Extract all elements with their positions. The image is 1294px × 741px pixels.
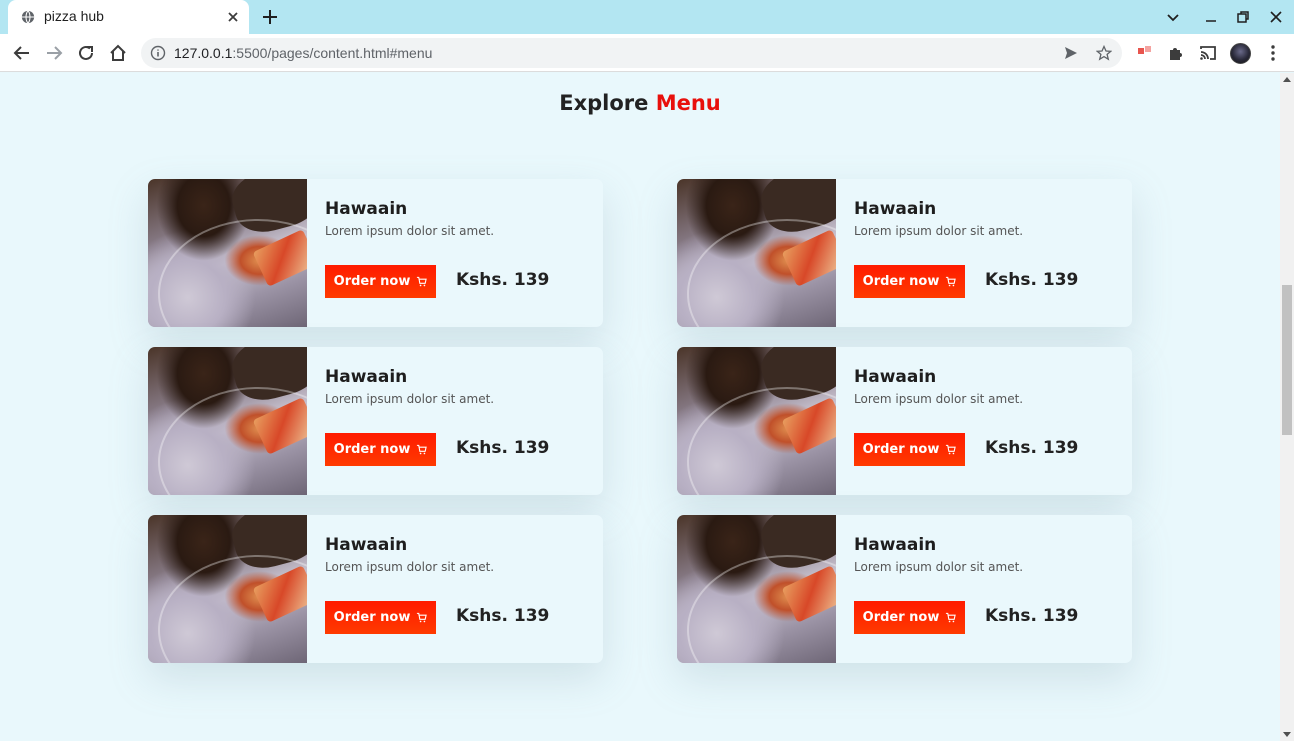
menu-item-description: Lorem ipsum dolor sit amet. bbox=[325, 392, 495, 406]
minimize-icon[interactable] bbox=[1203, 9, 1219, 25]
menu-item-name: Hawaain bbox=[325, 367, 408, 387]
close-window-icon[interactable] bbox=[1268, 9, 1284, 25]
order-now-label: Order now bbox=[862, 442, 940, 457]
url-path: :5500/pages/content.html#menu bbox=[232, 45, 433, 61]
order-now-label: Order now bbox=[333, 274, 411, 289]
url-text[interactable]: 127.0.0.1:5500/pages/content.html#menu bbox=[174, 45, 432, 61]
menu-item-name: Hawaain bbox=[325, 535, 408, 555]
menu-item-name: Hawaain bbox=[854, 199, 937, 219]
close-tab-icon[interactable] bbox=[225, 9, 241, 25]
menu-item-price: Kshs. 139 bbox=[456, 270, 550, 290]
menu-card: Hawaain Lorem ipsum dolor sit amet. Orde… bbox=[677, 515, 1132, 663]
scrollbar-thumb[interactable] bbox=[1282, 285, 1292, 435]
cart-icon bbox=[946, 444, 957, 455]
scroll-down-arrow-icon[interactable] bbox=[1283, 732, 1291, 737]
order-now-label: Order now bbox=[333, 442, 411, 457]
home-icon[interactable] bbox=[108, 43, 128, 63]
pizza-image bbox=[677, 179, 836, 327]
page-viewport: Explore Menu Hawaain Lorem ipsum dolor s… bbox=[0, 73, 1280, 741]
menu-item-price: Kshs. 139 bbox=[985, 438, 1079, 458]
reload-icon[interactable] bbox=[76, 43, 96, 63]
menu-item-description: Lorem ipsum dolor sit amet. bbox=[325, 560, 495, 574]
section-title: Explore Menu bbox=[0, 91, 1280, 115]
tab-search-chevron-icon[interactable] bbox=[1165, 9, 1181, 25]
extension-icon[interactable] bbox=[1136, 43, 1156, 63]
browser-toolbar: 127.0.0.1:5500/pages/content.html#menu 1 bbox=[0, 34, 1294, 101]
browser-tab[interactable]: pizza hub bbox=[8, 0, 249, 34]
order-now-button[interactable]: Order now bbox=[854, 433, 965, 466]
menu-item-description: Lorem ipsum dolor sit amet. bbox=[854, 224, 1024, 238]
url-host: 127.0.0.1 bbox=[174, 45, 233, 61]
menu-item-price: Kshs. 139 bbox=[985, 270, 1079, 290]
menu-item-description: Lorem ipsum dolor sit amet. bbox=[854, 560, 1024, 574]
section-title-main: Explore bbox=[559, 91, 649, 115]
new-tab-icon[interactable] bbox=[261, 8, 279, 26]
back-arrow-icon[interactable] bbox=[12, 43, 32, 63]
order-now-button[interactable]: Order now bbox=[325, 265, 436, 298]
puzzle-extensions-icon[interactable] bbox=[1166, 43, 1186, 63]
order-now-label: Order now bbox=[862, 274, 940, 289]
restore-icon[interactable] bbox=[1235, 9, 1251, 25]
order-now-button[interactable]: Order now bbox=[325, 601, 436, 634]
menu-item-price: Kshs. 139 bbox=[985, 606, 1079, 626]
cart-icon bbox=[946, 612, 957, 623]
menu-card: Hawaain Lorem ipsum dolor sit amet. Orde… bbox=[677, 179, 1132, 327]
forward-arrow-icon[interactable] bbox=[44, 43, 64, 63]
pizza-image bbox=[148, 347, 307, 495]
cart-icon bbox=[417, 444, 428, 455]
menu-card: Hawaain Lorem ipsum dolor sit amet. Orde… bbox=[148, 179, 603, 327]
order-now-button[interactable]: Order now bbox=[854, 601, 965, 634]
cart-icon bbox=[417, 276, 428, 287]
menu-card: Hawaain Lorem ipsum dolor sit amet. Orde… bbox=[148, 347, 603, 495]
pizza-image bbox=[148, 179, 307, 327]
scroll-up-arrow-icon[interactable] bbox=[1283, 77, 1291, 82]
menu-item-name: Hawaain bbox=[854, 535, 937, 555]
menu-item-description: Lorem ipsum dolor sit amet. bbox=[854, 392, 1024, 406]
menu-item-name: Hawaain bbox=[854, 367, 937, 387]
order-now-label: Order now bbox=[862, 610, 940, 625]
cart-icon bbox=[417, 612, 428, 623]
pizza-image bbox=[677, 515, 836, 663]
more-menu-icon[interactable] bbox=[1263, 43, 1283, 63]
menu-item-price: Kshs. 139 bbox=[456, 606, 550, 626]
menu-item-description: Lorem ipsum dolor sit amet. bbox=[325, 224, 495, 238]
pizza-image bbox=[148, 515, 307, 663]
pizza-image bbox=[677, 347, 836, 495]
order-now-label: Order now bbox=[333, 610, 411, 625]
tab-strip: pizza hub bbox=[0, 0, 1294, 34]
order-now-button[interactable]: Order now bbox=[854, 265, 965, 298]
bookmark-star-icon[interactable] bbox=[1096, 45, 1112, 61]
address-bar[interactable]: 127.0.0.1:5500/pages/content.html#menu bbox=[141, 38, 1122, 68]
order-now-button[interactable]: Order now bbox=[325, 433, 436, 466]
section-title-accent: Menu bbox=[655, 91, 721, 115]
send-icon[interactable] bbox=[1063, 45, 1079, 61]
menu-item-name: Hawaain bbox=[325, 199, 408, 219]
cast-icon[interactable] bbox=[1198, 43, 1218, 63]
globe-icon bbox=[21, 10, 35, 24]
profile-avatar[interactable] bbox=[1230, 43, 1251, 64]
page-scrollbar[interactable] bbox=[1280, 73, 1294, 741]
menu-item-price: Kshs. 139 bbox=[456, 438, 550, 458]
menu-card: Hawaain Lorem ipsum dolor sit amet. Orde… bbox=[677, 347, 1132, 495]
tab-title: pizza hub bbox=[44, 8, 104, 24]
cart-icon bbox=[946, 276, 957, 287]
site-info-icon[interactable] bbox=[150, 45, 166, 61]
menu-card: Hawaain Lorem ipsum dolor sit amet. Orde… bbox=[148, 515, 603, 663]
